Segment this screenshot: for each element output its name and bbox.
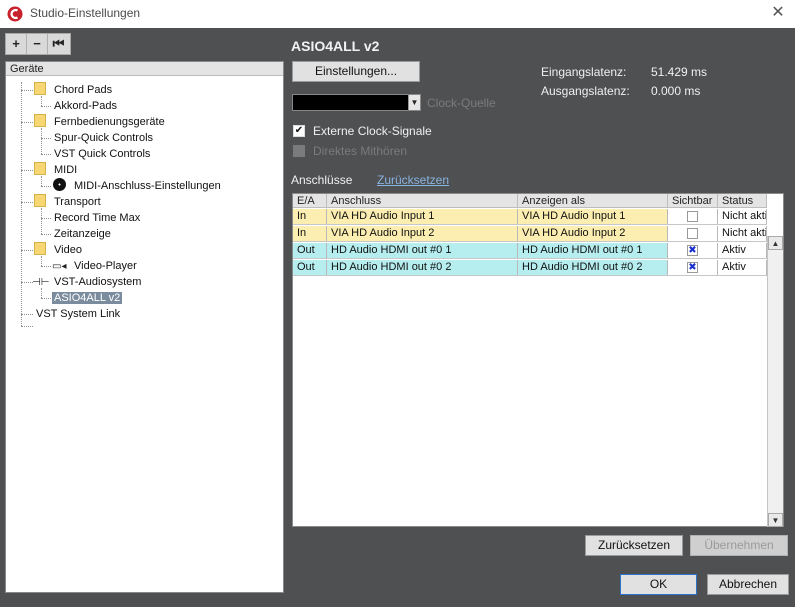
cell-port: HD Audio HDMI out #0 2 [327,260,518,275]
visible-checkbox[interactable]: ✖ [687,245,698,256]
cell-io: In [293,226,327,241]
clock-source-label: Clock-Quelle [427,96,496,110]
tree-item-fernbedienungsgeraete[interactable]: Fernbedienungsgeräte [34,114,167,130]
tree-item-zeitanzeige[interactable]: Zeitanzeige [52,226,113,242]
connections-label: Anschlüsse [291,173,353,187]
tree-item-vst-audiosystem[interactable]: ⊣⊢ VST-Audiosystem [32,274,143,290]
table-scrollbar[interactable]: ▲ ▼ [767,236,783,527]
tree-item-chord-pads[interactable]: Chord Pads [34,82,114,98]
scroll-down-icon[interactable]: ▼ [768,513,783,527]
input-latency-label: Eingangslatenz: [541,65,627,79]
cancel-button[interactable]: Abbrechen [707,574,789,595]
output-latency-label: Ausgangslatenz: [541,84,630,98]
title-bar: Studio-Einstellungen ✕ [0,0,795,28]
direct-monitoring-checkbox [293,145,305,157]
column-header-visible[interactable]: Sichtbar [668,194,718,207]
tree-item-midi-anschluss-einstellungen[interactable]: MIDI-Anschluss-Einstellungen [53,178,223,194]
folder-icon [34,242,46,255]
cell-status: Aktiv [718,243,767,258]
studio-settings-dialog: + − ⏮ Geräte Chord Pads Akkord-Pads Fern… [0,28,795,607]
close-button[interactable]: ✕ [769,4,787,22]
folder-icon [34,114,46,127]
connections-table: E/A Anschluss Anzeigen als Sichtbar Stat… [292,193,784,527]
table-row[interactable]: Out HD Audio HDMI out #0 2 HD Audio HDMI o… [293,260,767,276]
cell-port: HD Audio HDMI out #0 1 [327,243,518,258]
tree-item-vst-system-link[interactable]: VST System Link [34,306,122,322]
reset-device-button[interactable]: ⏮ [48,34,69,54]
ok-button[interactable]: OK [620,574,697,595]
tree-item-video-player[interactable]: ▭◂ Video-Player [52,258,139,274]
output-latency-value: 0.000 ms [651,84,701,98]
cell-display-as[interactable]: HD Audio HDMI out #0 2 [518,260,668,275]
tree-item-vst-quick-controls[interactable]: VST Quick Controls [52,146,152,162]
column-header-status[interactable]: Status [718,194,767,207]
cell-display-as[interactable]: VIA HD Audio Input 2 [518,226,668,241]
cell-visible [668,209,718,224]
external-clock-checkbox[interactable]: ✔ [293,125,305,137]
add-device-button[interactable]: + [6,34,27,54]
cell-io: In [293,209,327,224]
cell-status: Nicht akti [718,209,767,224]
cell-display-as[interactable]: HD Audio HDMI out #0 1 [518,243,668,258]
visible-checkbox[interactable] [687,211,698,222]
window-title: Studio-Einstellungen [30,6,141,20]
tree-header: Geräte [6,62,283,76]
tree-item-akkord-pads[interactable]: Akkord-Pads [52,98,119,114]
direct-monitoring-row: Direktes Mithören [293,144,407,158]
tree-item-asio4all-v2[interactable]: ASIO4ALL v2 [52,290,123,306]
external-clock-row[interactable]: ✔ Externe Clock-Signale [293,124,432,138]
clock-source-select[interactable]: ▼ [292,94,421,111]
column-header-port[interactable]: Anschluss [327,194,518,207]
device-tree-panel: Geräte Chord Pads Akkord-Pads Fernbedien… [5,61,284,593]
table-row[interactable]: In VIA HD Audio Input 1 VIA HD Audio Input… [293,209,767,225]
cell-visible [668,226,718,241]
visible-checkbox[interactable]: ✖ [687,262,698,273]
device-toolbar: + − ⏮ [5,33,71,55]
reset-button[interactable]: Zurücksetzen [585,535,683,556]
audio-system-icon: ⊣⊢ [32,277,50,288]
tree-item-transport[interactable]: Transport [34,194,103,210]
table-header: E/A Anschluss Anzeigen als Sichtbar Stat… [293,194,767,208]
cell-visible: ✖ [668,243,718,258]
tree-item-spur-quick-controls[interactable]: Spur-Quick Controls [52,130,155,146]
visible-checkbox[interactable] [687,228,698,239]
cell-display-as[interactable]: VIA HD Audio Input 1 [518,209,668,224]
remove-device-button[interactable]: − [27,34,48,54]
column-header-display-as[interactable]: Anzeigen als [518,194,668,207]
scroll-up-icon[interactable]: ▲ [768,236,783,250]
cell-status: Aktiv [718,260,767,275]
folder-icon [34,82,46,95]
cell-port: VIA HD Audio Input 2 [327,226,518,241]
table-row[interactable]: Out HD Audio HDMI out #0 1 HD Audio HDMI o… [293,243,767,259]
table-row[interactable]: In VIA HD Audio Input 2 VIA HD Audio Input… [293,226,767,242]
midi-port-icon [53,178,66,191]
chevron-down-icon[interactable]: ▼ [408,95,420,110]
apply-button: Übernehmen [690,535,788,556]
reset-connections-link[interactable]: Zurücksetzen [377,173,449,187]
cell-port: VIA HD Audio Input 1 [327,209,518,224]
folder-icon [34,194,46,207]
video-player-icon: ▭◂ [52,261,67,272]
tree-item-midi[interactable]: MIDI [34,162,79,178]
settings-button[interactable]: Einstellungen... [292,61,420,82]
folder-icon [34,162,46,175]
cell-io: Out [293,243,327,258]
external-clock-label: Externe Clock-Signale [313,124,432,138]
tree-item-record-time-max[interactable]: Record Time Max [52,210,142,226]
input-latency-value: 51.429 ms [651,65,708,79]
column-header-io[interactable]: E/A [293,194,327,207]
cell-status: Nicht akti [718,226,767,241]
tree-item-video[interactable]: Video [34,242,84,258]
page-title: ASIO4ALL v2 [291,38,380,54]
direct-monitoring-label: Direktes Mithören [313,144,408,158]
cubase-logo-icon [7,6,23,22]
cell-visible: ✖ [668,260,718,275]
cell-io: Out [293,260,327,275]
